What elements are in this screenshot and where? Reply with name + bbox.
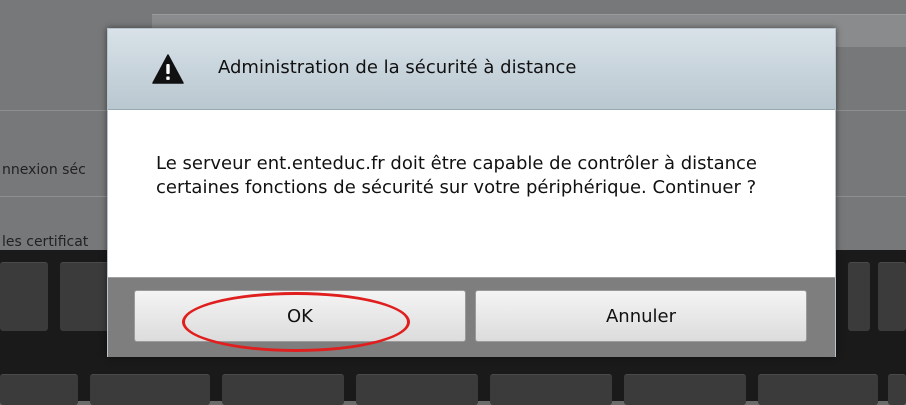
keyboard-key xyxy=(624,374,746,405)
dialog-header: Administration de la sécurité à distance xyxy=(108,29,835,110)
keyboard-key xyxy=(878,262,906,331)
keyboard-key xyxy=(90,374,210,405)
keyboard-key xyxy=(0,374,78,405)
background-label-connexion: nnexion séc xyxy=(2,162,86,178)
background-label-certificats: les certificat xyxy=(2,234,89,250)
keyboard-key xyxy=(222,374,344,405)
keyboard-key xyxy=(60,262,110,331)
alert-dialog: Administration de la sécurité à distance… xyxy=(107,28,836,357)
cancel-button[interactable]: Annuler xyxy=(475,290,807,342)
keyboard-key xyxy=(888,374,906,405)
dialog-message: Le serveur ent.enteduc.fr doit être capa… xyxy=(156,153,757,198)
dialog-button-bar: OK Annuler xyxy=(108,277,835,357)
dialog-title: Administration de la sécurité à distance xyxy=(218,57,577,78)
ok-button[interactable]: OK xyxy=(134,290,466,342)
keyboard-key xyxy=(848,262,870,331)
keyboard-key xyxy=(758,374,878,405)
keyboard-key xyxy=(490,374,612,405)
warning-icon xyxy=(152,54,184,84)
keyboard-key xyxy=(356,374,478,405)
keyboard-key xyxy=(0,262,48,331)
